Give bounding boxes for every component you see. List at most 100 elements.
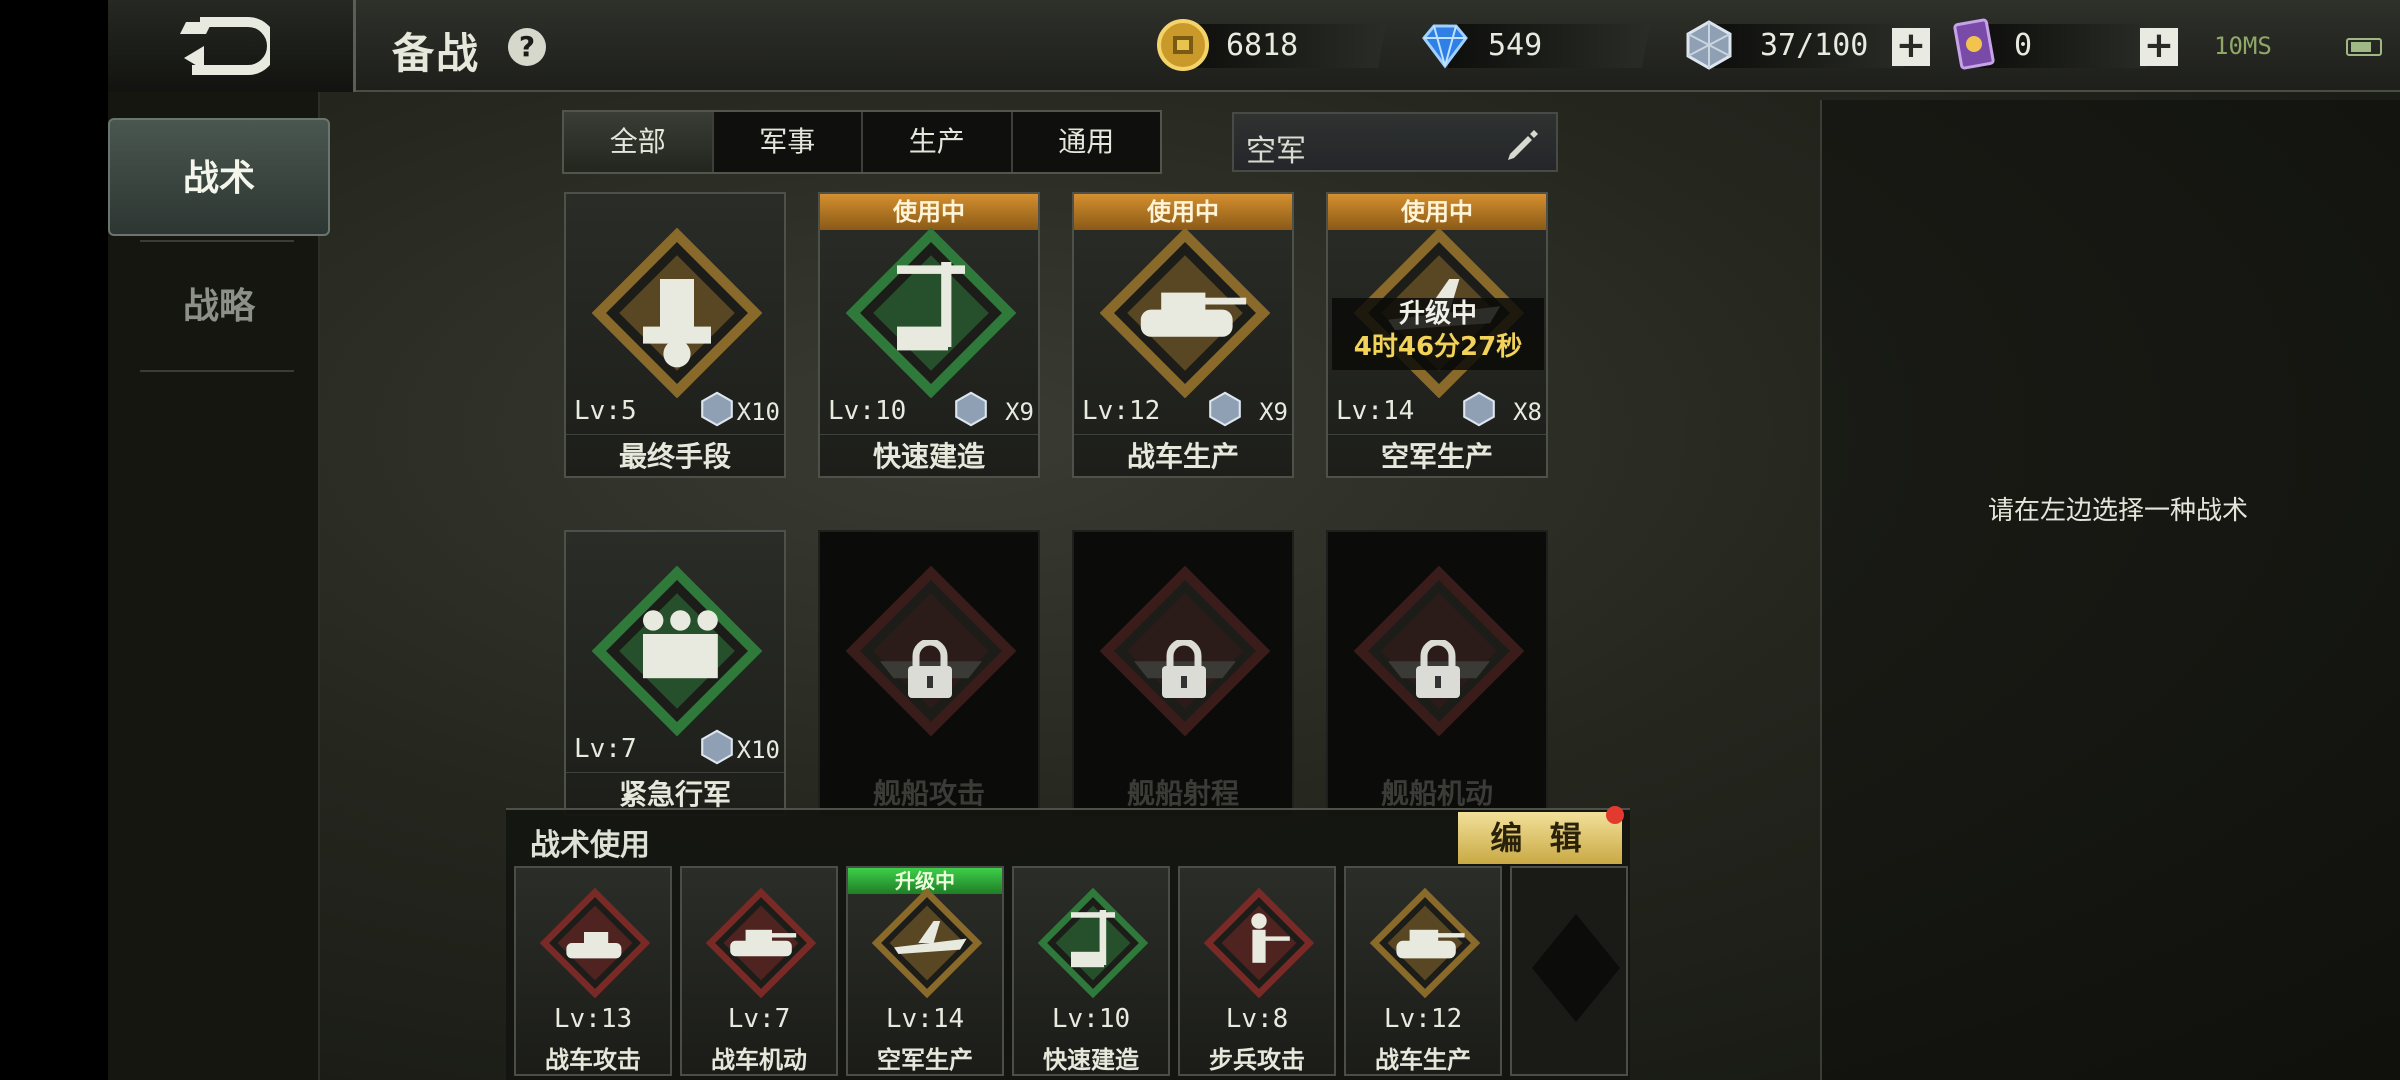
crystal-icon [701,729,733,765]
gold-coin-icon [1157,19,1209,71]
page-title: 备战 [392,29,481,78]
crane-icon [1037,887,1149,999]
tactic-name: 战车生产 [1074,434,1292,478]
tactic-cost: X9 [1259,398,1288,426]
tactic-level: Lv:7 [574,734,637,764]
add-card-button[interactable]: + [2140,28,2178,66]
loadout-title: 战术使用 [530,828,650,863]
tactic-level: Lv:12 [1082,396,1161,426]
card-icon [1953,18,1995,70]
infantry-march-icon [591,565,763,737]
slot-level: Lv:14 [885,1004,965,1034]
edit-button[interactable]: 编 辑 [1458,812,1622,864]
slot-name: 空军生产 [877,1046,973,1074]
tactic-card[interactable]: 使用中 Lv:10 X9 快速建造 [818,192,1040,478]
final-measure-icon [591,227,763,399]
tactic-card[interactable]: 使用中 升级中 4时46分27秒 Lv:14 X8 空军生产 [1326,192,1548,478]
lock-icon [1416,640,1460,698]
diamond-amount: 549 [1488,28,1543,63]
nav-tactics[interactable]: 战术 [108,118,330,236]
empty-loadout-slot[interactable] [1510,866,1628,1076]
tactic-cost: X10 [736,398,780,426]
detail-panel [1820,100,2400,1080]
detail-hint: 请在左边选择一种战术 [1988,496,2249,526]
tank-gear-icon [1369,887,1481,999]
tactic-level: Lv:14 [1336,396,1415,426]
loadout-slot[interactable]: Lv:13 战车攻击 [514,866,672,1076]
crystal-icon [701,391,733,427]
nav-divider [140,370,294,372]
loadout-slot[interactable]: Lv:8 步兵攻击 [1178,866,1336,1076]
back-icon[interactable] [178,14,270,78]
tab-production[interactable]: 生产 [863,112,1013,172]
pencil-icon[interactable] [1504,128,1538,162]
lock-icon [1162,640,1206,698]
tactic-card[interactable]: 舰船攻击 [818,530,1040,816]
nav-strategy[interactable]: 战略 [108,248,330,366]
in-use-badge: 使用中 [820,194,1038,230]
tactic-cost: X8 [1513,398,1542,426]
tactic-card[interactable]: 使用中 Lv:12 X9 战车生产 [1072,192,1294,478]
upgrade-timer: 4时46分27秒 [1353,332,1523,362]
lock-icon [908,640,952,698]
aircraft-gear-icon [871,887,983,999]
tank-gear-icon [1099,227,1271,399]
slot-name: 步兵攻击 [1209,1046,1305,1074]
slot-level: Lv:10 [1051,1004,1131,1034]
battery-icon [2346,38,2382,56]
diamond-icon [1422,24,1468,69]
tactic-card[interactable]: 舰船射程 [1072,530,1294,816]
card-bar [1980,24,2154,68]
loadout-slot[interactable]: 升级中 Lv:14 空军生产 [846,866,1004,1076]
tank-mobility-icon [705,887,817,999]
tactic-name: 最终手段 [566,434,784,478]
add-crystal-button[interactable]: + [1892,28,1930,66]
in-use-badge: 使用中 [1328,194,1546,230]
slot-level: Lv:8 [1225,1004,1289,1034]
loadout-slot[interactable]: Lv:12 战车生产 [1344,866,1502,1076]
tactic-cost: X9 [1005,398,1034,426]
card-amount: 0 [2014,28,2033,63]
tactic-name: 空军生产 [1328,434,1546,478]
tank-attack-icon [539,887,651,999]
empty-slot-icon [1532,914,1620,1022]
slot-level: Lv:12 [1383,1004,1463,1034]
tactic-card[interactable]: Lv:5 X10 最终手段 [564,192,786,478]
in-use-badge: 使用中 [1074,194,1292,230]
crystal-icon [1209,391,1241,427]
diamond-bar [1448,24,1650,68]
search-input[interactable]: 空军 [1232,112,1558,172]
slot-name: 战车生产 [1375,1046,1471,1074]
upgrade-label: 升级中 [1398,299,1477,329]
infantry-attack-icon [1203,887,1315,999]
tactic-name: 快速建造 [820,434,1038,478]
upgrade-overlay: 升级中 4时46分27秒 [1332,298,1544,370]
loadout-slot[interactable]: Lv:7 战车机动 [680,866,838,1076]
crystal-icon [1463,391,1495,427]
tactic-card[interactable]: Lv:7 X10 紧急行军 [564,530,786,816]
slot-level: Lv:7 [727,1004,791,1034]
tactic-level: Lv:5 [574,396,637,426]
filter-tabs: 全部 军事 生产 通用 [562,110,1162,174]
tactic-level: Lv:10 [828,396,907,426]
search-value: 空军 [1246,134,1306,169]
slot-name: 战车攻击 [545,1046,641,1074]
slot-name: 战车机动 [711,1046,807,1074]
notification-dot [1606,806,1624,824]
screen-edge [0,0,108,1080]
crystal-icon [1686,20,1732,70]
crystal-amount: 37/100 [1760,28,1869,63]
game-screen: 备战 ? 6818 549 37/100 + 0 + 10MS 战术 战略 全部… [0,0,2400,1080]
crane-icon [845,227,1017,399]
loadout-slot[interactable]: Lv:10 快速建造 [1012,866,1170,1076]
tab-general[interactable]: 通用 [1013,112,1161,172]
tactic-card[interactable]: 舰船机动 [1326,530,1548,816]
slot-level: Lv:13 [553,1004,633,1034]
tactic-cost: X10 [736,736,780,764]
gold-amount: 6818 [1226,28,1299,63]
tab-military[interactable]: 军事 [714,112,863,172]
crystal-icon [955,391,987,427]
tab-all[interactable]: 全部 [564,112,714,172]
help-button[interactable]: ? [508,28,546,66]
slot-name: 快速建造 [1043,1046,1139,1074]
